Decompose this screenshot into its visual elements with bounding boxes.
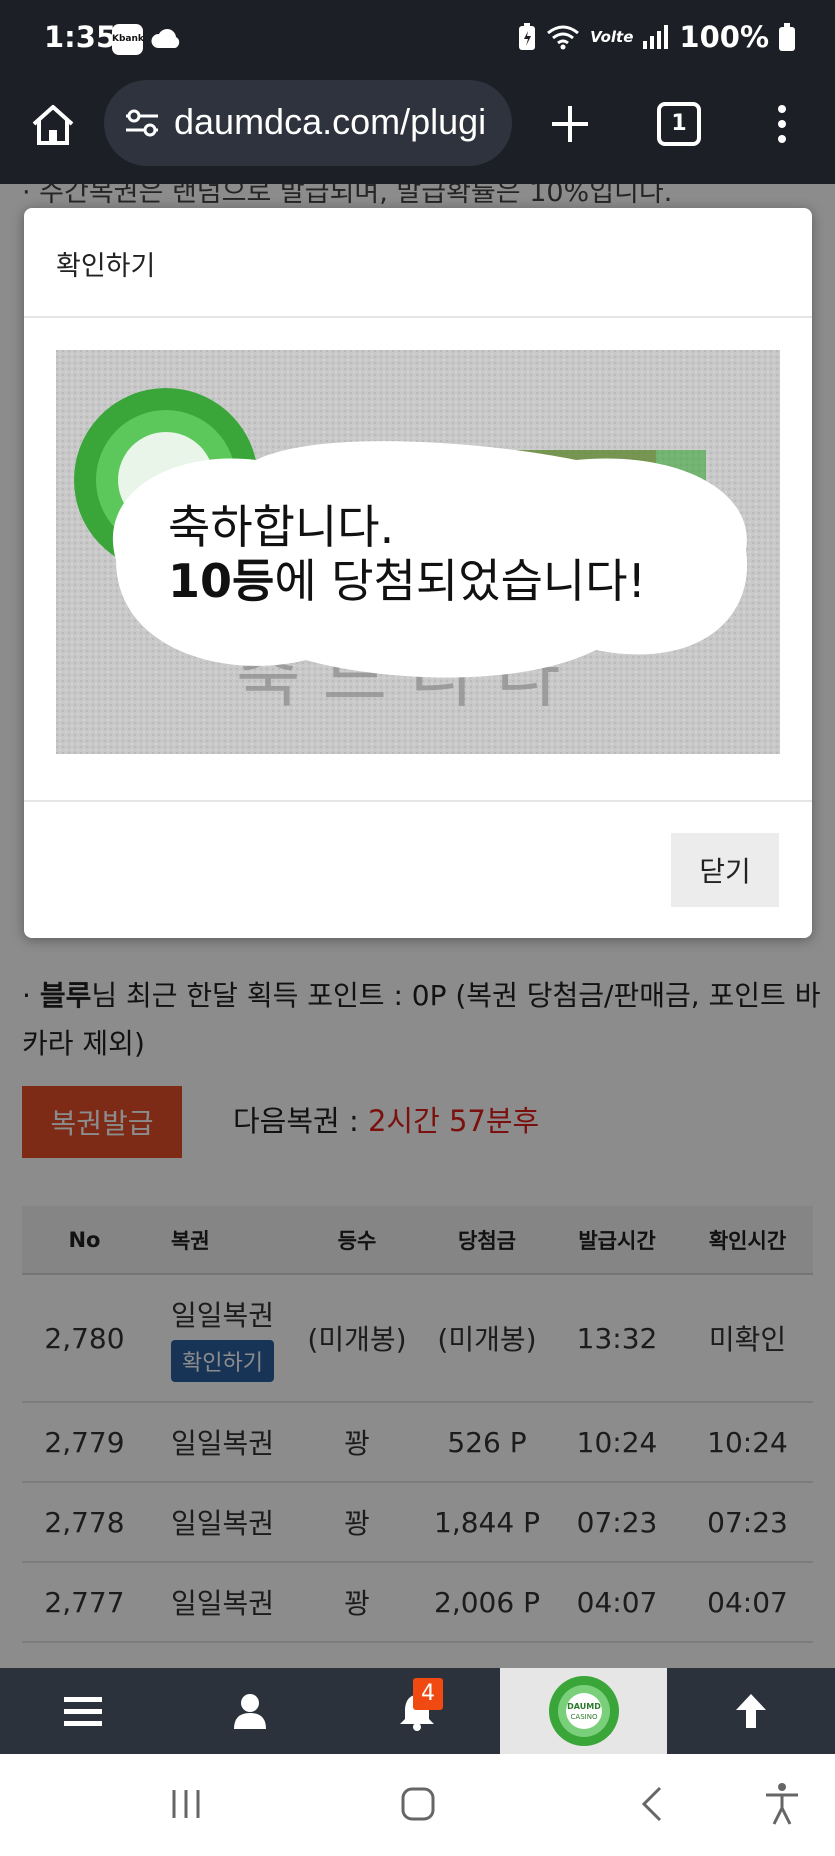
svg-text:DAUMD: DAUMD xyxy=(567,1702,601,1711)
congrats-message: 축하합니다. 10등에 당첨되었습니다! xyxy=(168,500,646,608)
back-icon[interactable] xyxy=(636,1784,668,1824)
casino-logo-icon[interactable]: DAUMD CASINO xyxy=(548,1675,620,1747)
hamburger-menu-icon[interactable] xyxy=(64,1695,102,1727)
notification-badge: 4 xyxy=(413,1678,443,1710)
nav-profile[interactable] xyxy=(166,1668,333,1754)
recent-apps-icon[interactable] xyxy=(168,1786,204,1822)
modal-title: 확인하기 xyxy=(56,251,156,282)
close-button[interactable]: 닫기 xyxy=(671,833,779,907)
volte-indicator: Volte xyxy=(590,28,634,46)
arrow-up-icon[interactable] xyxy=(732,1692,770,1730)
congrats-line2: 10등에 당첨되었습니다! xyxy=(168,554,646,608)
battery-percent: 100% xyxy=(679,20,769,54)
congrats-line1: 축하합니다. xyxy=(168,500,395,554)
site-settings-icon[interactable] xyxy=(124,107,160,139)
url-text[interactable]: daumdca.com/plugi xyxy=(174,101,504,143)
nav-menu[interactable] xyxy=(0,1668,166,1754)
kbank-app-icon: Kbank xyxy=(112,24,144,55)
nav-casino-home[interactable]: DAUMD CASINO xyxy=(500,1668,667,1754)
user-icon[interactable] xyxy=(233,1693,266,1729)
nav-scroll-top[interactable] xyxy=(667,1668,835,1754)
status-bar: 1:35 Kbank Volte 100% xyxy=(0,0,835,80)
tab-switcher-button[interactable]: 1 xyxy=(657,102,701,146)
home-button-icon[interactable] xyxy=(400,1786,436,1822)
signal-icon xyxy=(643,25,669,49)
status-time: 1:35 xyxy=(44,20,117,54)
svg-text:CASINO: CASINO xyxy=(570,1713,597,1721)
browser-toolbar: daumdca.com/plugi 1 xyxy=(0,80,835,184)
home-icon[interactable] xyxy=(30,102,76,148)
congrats-line2-rest: 에 당첨되었습니다! xyxy=(274,554,646,608)
wifi-icon xyxy=(547,25,580,50)
battery-icon xyxy=(779,23,795,51)
nav-notifications[interactable]: 4 xyxy=(333,1668,500,1754)
battery-saver-icon xyxy=(519,23,536,50)
modal-divider xyxy=(24,800,812,802)
address-bar[interactable]: daumdca.com/plugi xyxy=(104,80,512,166)
system-navigation-bar xyxy=(0,1754,835,1856)
modal-divider xyxy=(24,316,812,318)
cloud-sync-icon xyxy=(151,29,180,48)
accessibility-icon[interactable] xyxy=(764,1782,800,1826)
congrats-rank: 10등 xyxy=(168,554,275,608)
scratch-result-image: 축 드 리 다 축하합니다. 10등에 당첨되었습니다! xyxy=(56,350,780,754)
confirm-modal: 확인하기 축 드 리 다 축하합니다. 10등에 당첨되었습니다! 닫기 xyxy=(24,208,812,938)
more-options-icon[interactable] xyxy=(772,102,792,146)
new-tab-icon[interactable] xyxy=(548,102,592,146)
site-bottom-nav: 4 DAUMD CASINO xyxy=(0,1668,835,1754)
